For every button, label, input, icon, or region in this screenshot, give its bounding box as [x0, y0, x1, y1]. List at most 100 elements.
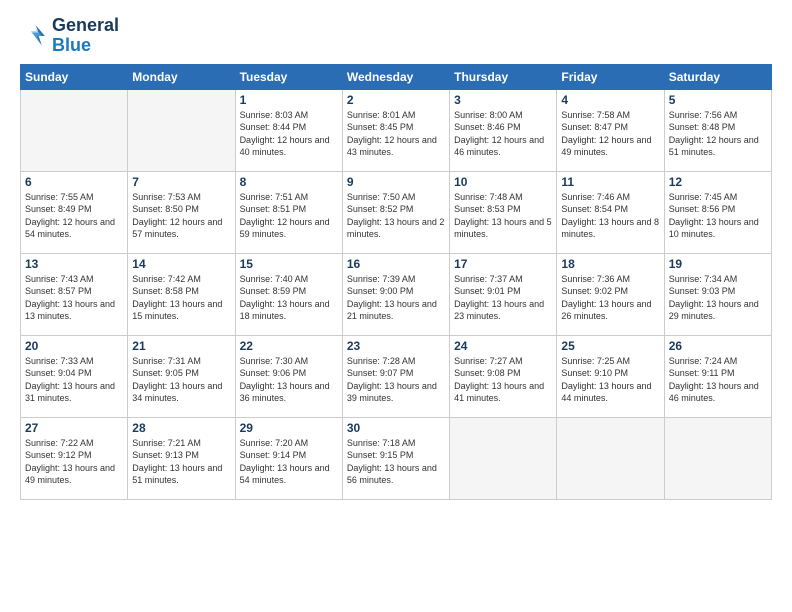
day-cell: 5 Sunrise: 7:56 AMSunset: 8:48 PMDaylight… — [664, 89, 771, 171]
day-number: 4 — [561, 93, 659, 107]
day-cell: 28 Sunrise: 7:21 AMSunset: 9:13 PMDayligh… — [128, 417, 235, 499]
day-cell: 9 Sunrise: 7:50 AMSunset: 8:52 PMDaylight… — [342, 171, 449, 253]
calendar-header-row: SundayMondayTuesdayWednesdayThursdayFrid… — [21, 64, 772, 89]
col-header-sunday: Sunday — [21, 64, 128, 89]
day-number: 29 — [240, 421, 338, 435]
day-cell: 15 Sunrise: 7:40 AMSunset: 8:59 PMDayligh… — [235, 253, 342, 335]
day-number: 11 — [561, 175, 659, 189]
col-header-monday: Monday — [128, 64, 235, 89]
day-number: 24 — [454, 339, 552, 353]
day-number: 23 — [347, 339, 445, 353]
day-info: Sunrise: 7:20 AMSunset: 9:14 PMDaylight:… — [240, 437, 338, 487]
day-number: 10 — [454, 175, 552, 189]
day-info: Sunrise: 7:27 AMSunset: 9:08 PMDaylight:… — [454, 355, 552, 405]
day-info: Sunrise: 7:46 AMSunset: 8:54 PMDaylight:… — [561, 191, 659, 241]
day-info: Sunrise: 7:21 AMSunset: 9:13 PMDaylight:… — [132, 437, 230, 487]
page: General Blue SundayMondayTuesdayWednesda… — [0, 0, 792, 612]
day-info: Sunrise: 7:31 AMSunset: 9:05 PMDaylight:… — [132, 355, 230, 405]
logo-text: General Blue — [52, 16, 119, 56]
day-cell: 30Sunrise: 7:18 AMSunset: 9:15 PMDayligh… — [342, 417, 449, 499]
day-number: 18 — [561, 257, 659, 271]
day-info: Sunrise: 7:42 AMSunset: 8:58 PMDaylight:… — [132, 273, 230, 323]
day-number: 17 — [454, 257, 552, 271]
day-cell: 16 Sunrise: 7:39 AMSunset: 9:00 PMDayligh… — [342, 253, 449, 335]
day-cell: 11 Sunrise: 7:46 AMSunset: 8:54 PMDayligh… — [557, 171, 664, 253]
day-number: 19 — [669, 257, 767, 271]
day-cell: 14 Sunrise: 7:42 AMSunset: 8:58 PMDayligh… — [128, 253, 235, 335]
day-number: 8 — [240, 175, 338, 189]
day-cell: 26 Sunrise: 7:24 AMSunset: 9:11 PMDayligh… — [664, 335, 771, 417]
header: General Blue — [20, 16, 772, 56]
day-cell — [664, 417, 771, 499]
day-cell: 18Sunrise: 7:36 AMSunset: 9:02 PMDayligh… — [557, 253, 664, 335]
day-info: Sunrise: 7:53 AMSunset: 8:50 PMDaylight:… — [132, 191, 230, 241]
day-cell: 4 Sunrise: 7:58 AMSunset: 8:47 PMDaylight… — [557, 89, 664, 171]
day-number: 2 — [347, 93, 445, 107]
day-number: 25 — [561, 339, 659, 353]
day-cell: 29 Sunrise: 7:20 AMSunset: 9:14 PMDayligh… — [235, 417, 342, 499]
day-cell: 13 Sunrise: 7:43 AMSunset: 8:57 PMDayligh… — [21, 253, 128, 335]
day-info: Sunrise: 7:39 AMSunset: 9:00 PMDaylight:… — [347, 273, 445, 323]
week-row-0: 1Sunrise: 8:03 AMSunset: 8:44 PMDaylight… — [21, 89, 772, 171]
day-number: 3 — [454, 93, 552, 107]
day-number: 6 — [25, 175, 123, 189]
day-info: Sunrise: 7:33 AMSunset: 9:04 PMDaylight:… — [25, 355, 123, 405]
day-cell: 1Sunrise: 8:03 AMSunset: 8:44 PMDaylight… — [235, 89, 342, 171]
day-info: Sunrise: 7:34 AMSunset: 9:03 PMDaylight:… — [669, 273, 767, 323]
day-info: Sunrise: 7:55 AMSunset: 8:49 PMDaylight:… — [25, 191, 123, 241]
day-number: 1 — [240, 93, 338, 107]
day-number: 16 — [347, 257, 445, 271]
week-row-2: 13 Sunrise: 7:43 AMSunset: 8:57 PMDayligh… — [21, 253, 772, 335]
col-header-thursday: Thursday — [450, 64, 557, 89]
day-cell: 8Sunrise: 7:51 AMSunset: 8:51 PMDaylight… — [235, 171, 342, 253]
day-info: Sunrise: 7:45 AMSunset: 8:56 PMDaylight:… — [669, 191, 767, 241]
logo-icon — [20, 22, 48, 50]
day-number: 5 — [669, 93, 767, 107]
col-header-wednesday: Wednesday — [342, 64, 449, 89]
day-cell — [128, 89, 235, 171]
day-info: Sunrise: 7:40 AMSunset: 8:59 PMDaylight:… — [240, 273, 338, 323]
day-cell: 6 Sunrise: 7:55 AMSunset: 8:49 PMDaylight… — [21, 171, 128, 253]
day-cell: 22Sunrise: 7:30 AMSunset: 9:06 PMDayligh… — [235, 335, 342, 417]
day-cell: 21 Sunrise: 7:31 AMSunset: 9:05 PMDayligh… — [128, 335, 235, 417]
day-cell: 12 Sunrise: 7:45 AMSunset: 8:56 PMDayligh… — [664, 171, 771, 253]
day-cell: 23 Sunrise: 7:28 AMSunset: 9:07 PMDayligh… — [342, 335, 449, 417]
day-number: 20 — [25, 339, 123, 353]
week-row-1: 6 Sunrise: 7:55 AMSunset: 8:49 PMDaylight… — [21, 171, 772, 253]
day-number: 12 — [669, 175, 767, 189]
day-info: Sunrise: 7:50 AMSunset: 8:52 PMDaylight:… — [347, 191, 445, 241]
day-number: 26 — [669, 339, 767, 353]
day-cell: 3Sunrise: 8:00 AMSunset: 8:46 PMDaylight… — [450, 89, 557, 171]
day-number: 28 — [132, 421, 230, 435]
day-number: 9 — [347, 175, 445, 189]
day-number: 21 — [132, 339, 230, 353]
week-row-4: 27Sunrise: 7:22 AMSunset: 9:12 PMDayligh… — [21, 417, 772, 499]
day-cell: 24 Sunrise: 7:27 AMSunset: 9:08 PMDayligh… — [450, 335, 557, 417]
day-info: Sunrise: 7:18 AMSunset: 9:15 PMDaylight:… — [347, 437, 445, 487]
day-number: 22 — [240, 339, 338, 353]
week-row-3: 20 Sunrise: 7:33 AMSunset: 9:04 PMDayligh… — [21, 335, 772, 417]
col-header-saturday: Saturday — [664, 64, 771, 89]
day-number: 13 — [25, 257, 123, 271]
col-header-friday: Friday — [557, 64, 664, 89]
day-info: Sunrise: 7:43 AMSunset: 8:57 PMDaylight:… — [25, 273, 123, 323]
day-cell — [557, 417, 664, 499]
col-header-tuesday: Tuesday — [235, 64, 342, 89]
day-info: Sunrise: 7:58 AMSunset: 8:47 PMDaylight:… — [561, 109, 659, 159]
calendar: SundayMondayTuesdayWednesdayThursdayFrid… — [20, 64, 772, 500]
day-cell — [450, 417, 557, 499]
day-cell: 20 Sunrise: 7:33 AMSunset: 9:04 PMDayligh… — [21, 335, 128, 417]
day-cell — [21, 89, 128, 171]
day-cell: 7Sunrise: 7:53 AMSunset: 8:50 PMDaylight… — [128, 171, 235, 253]
day-number: 15 — [240, 257, 338, 271]
day-number: 27 — [25, 421, 123, 435]
day-info: Sunrise: 7:56 AMSunset: 8:48 PMDaylight:… — [669, 109, 767, 159]
day-info: Sunrise: 7:24 AMSunset: 9:11 PMDaylight:… — [669, 355, 767, 405]
day-cell: 19 Sunrise: 7:34 AMSunset: 9:03 PMDayligh… — [664, 253, 771, 335]
logo: General Blue — [20, 16, 119, 56]
day-cell: 27Sunrise: 7:22 AMSunset: 9:12 PMDayligh… — [21, 417, 128, 499]
day-cell: 10Sunrise: 7:48 AMSunset: 8:53 PMDayligh… — [450, 171, 557, 253]
day-info: Sunrise: 7:28 AMSunset: 9:07 PMDaylight:… — [347, 355, 445, 405]
day-info: Sunrise: 7:25 AMSunset: 9:10 PMDaylight:… — [561, 355, 659, 405]
day-number: 14 — [132, 257, 230, 271]
